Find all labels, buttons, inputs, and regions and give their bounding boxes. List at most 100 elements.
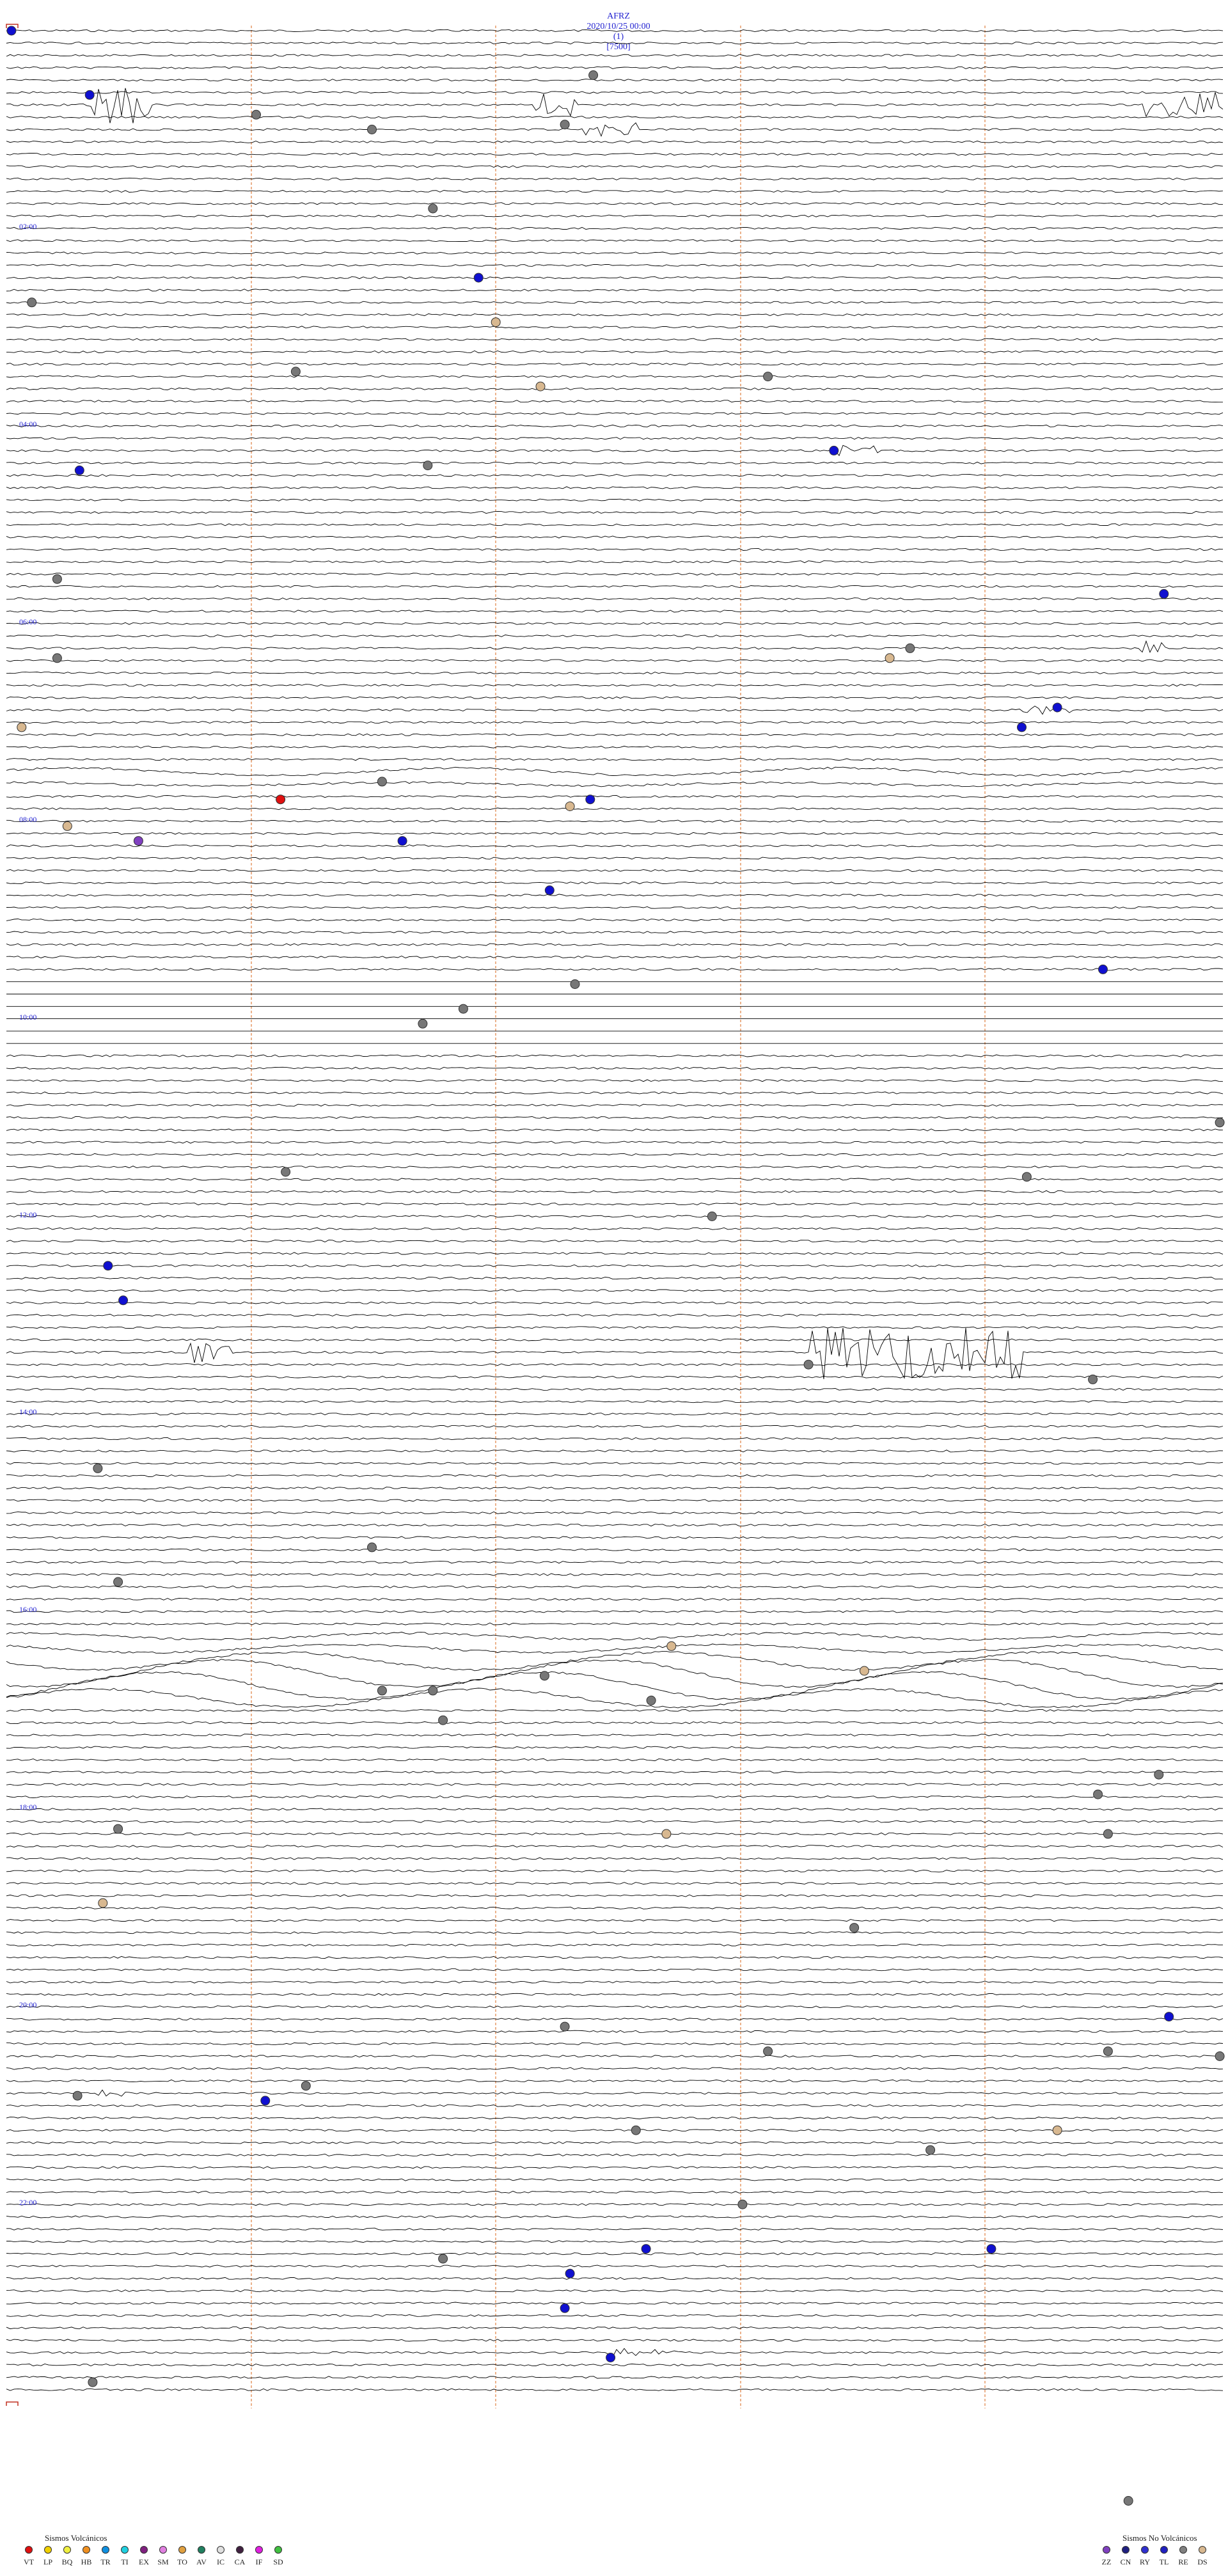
- legend-volcanic-title: Sismos Volcánicos: [45, 2533, 107, 2543]
- legend-color-swatch: [83, 2546, 90, 2554]
- seismic-trace: [6, 29, 1224, 33]
- seismic-trace: [6, 881, 1224, 885]
- seismic-trace: [6, 807, 1224, 810]
- legend-event-code: DS: [1197, 2557, 1208, 2566]
- seismic-trace: [6, 1631, 1224, 1641]
- seismic-trace: [6, 894, 1224, 897]
- event-marker: [133, 836, 143, 846]
- event-marker: [885, 653, 895, 663]
- event-marker: [707, 1212, 717, 1221]
- seismic-trace: [6, 1795, 1224, 1798]
- seismic-trace: [6, 869, 1224, 872]
- seismic-trace: [6, 1079, 1224, 1082]
- seismic-trace: [6, 153, 1224, 156]
- seismic-trace: [6, 88, 1224, 123]
- seismic-trace: [6, 1425, 1224, 1428]
- legend-event-code: IF: [255, 2557, 263, 2566]
- seismic-trace: [6, 2129, 1224, 2132]
- seismic-trace: [6, 461, 1224, 464]
- event-marker: [585, 794, 595, 805]
- seismic-trace: [6, 1128, 1224, 1132]
- seismic-trace: [6, 66, 1224, 69]
- seismic-trace: [6, 165, 1224, 168]
- seismic-trace: [6, 1462, 1224, 1465]
- event-marker: [113, 1577, 123, 1587]
- seismic-trace: [6, 1845, 1224, 1848]
- seismic-trace: [6, 350, 1224, 354]
- hour-label: 02:00: [19, 221, 37, 231]
- seismic-trace: [6, 1499, 1224, 1502]
- seismic-trace: [6, 1931, 1224, 1934]
- event-marker: [606, 2353, 616, 2362]
- seismic-trace: [6, 1746, 1224, 1749]
- legend-event-code: HB: [81, 2557, 92, 2566]
- legend-event-code: EX: [139, 2557, 149, 2566]
- event-marker: [641, 2244, 651, 2254]
- event-marker: [260, 2096, 271, 2106]
- seismic-trace: [6, 498, 1224, 502]
- seismic-trace: [6, 622, 1224, 625]
- seismic-trace: [6, 79, 1224, 82]
- seismic-trace: [6, 943, 1224, 946]
- seismic-trace: [6, 1524, 1224, 1527]
- seismic-trace: [6, 1227, 1224, 1230]
- event-marker: [1021, 1172, 1032, 1182]
- event-marker: [52, 574, 62, 584]
- event-marker: [428, 1686, 438, 1696]
- seismic-trace: [6, 1894, 1224, 1897]
- event-marker: [458, 1004, 468, 1014]
- event-marker: [418, 1018, 428, 1029]
- seismic-trace: [6, 548, 1224, 551]
- event-marker: [276, 794, 286, 805]
- event-marker: [539, 1671, 549, 1681]
- seismic-trace: [6, 2327, 1224, 2330]
- seismic-trace: [6, 2289, 1224, 2293]
- seismic-trace: [6, 400, 1223, 403]
- seismic-trace: [6, 474, 1224, 477]
- legend-color-swatch: [198, 2546, 205, 2554]
- event-marker: [763, 372, 773, 382]
- seismic-trace: [6, 1240, 1224, 1243]
- seismic-trace: [6, 1190, 1224, 1193]
- seismic-trace: [6, 1412, 1224, 1416]
- event-marker: [560, 2303, 570, 2313]
- legend-event-code: RY: [1139, 2557, 1150, 2566]
- seismic-trace: [6, 1906, 1224, 1909]
- event-marker: [661, 1829, 672, 1839]
- seismic-trace: [6, 1561, 1224, 1564]
- event-marker: [570, 979, 580, 989]
- seismic-trace: [6, 2018, 1224, 2021]
- legend-event-code: TI: [121, 2557, 129, 2566]
- seismic-trace: [6, 1326, 1224, 1329]
- seismic-trace: [6, 819, 1224, 823]
- seismic-trace: [6, 919, 1224, 922]
- hour-label: 18:00: [19, 1803, 37, 1812]
- seismic-trace: [6, 1252, 1224, 1255]
- event-marker: [438, 1715, 448, 1725]
- seismic-trace: [6, 1474, 1224, 1478]
- event-marker: [986, 2244, 996, 2254]
- seismic-trace: [6, 2055, 1224, 2058]
- seismic-trace: [6, 140, 1224, 143]
- event-marker: [905, 643, 915, 653]
- event-marker: [113, 1824, 123, 1834]
- event-marker: [6, 26, 17, 36]
- hour-label: 22:00: [19, 2198, 37, 2208]
- event-marker: [72, 2090, 83, 2101]
- seismic-trace: [6, 313, 1224, 317]
- event-marker: [1017, 722, 1027, 732]
- event-marker: [438, 2254, 448, 2264]
- event-marker: [1098, 964, 1108, 974]
- seismic-trace: [6, 585, 1224, 588]
- legend-color-swatch: [1122, 2546, 1130, 2554]
- seismic-trace: [6, 2252, 1223, 2256]
- seismic-trace: [6, 2079, 1224, 2083]
- event-marker: [251, 109, 261, 120]
- seismic-trace: [6, 54, 1224, 57]
- seismic-trace: [6, 510, 1224, 514]
- seismic-trace: [6, 2141, 1224, 2144]
- seismic-trace: [6, 1671, 1224, 1700]
- seismic-trace: [6, 1548, 1224, 1551]
- event-marker: [118, 1295, 129, 1306]
- seismic-trace: [6, 91, 1224, 94]
